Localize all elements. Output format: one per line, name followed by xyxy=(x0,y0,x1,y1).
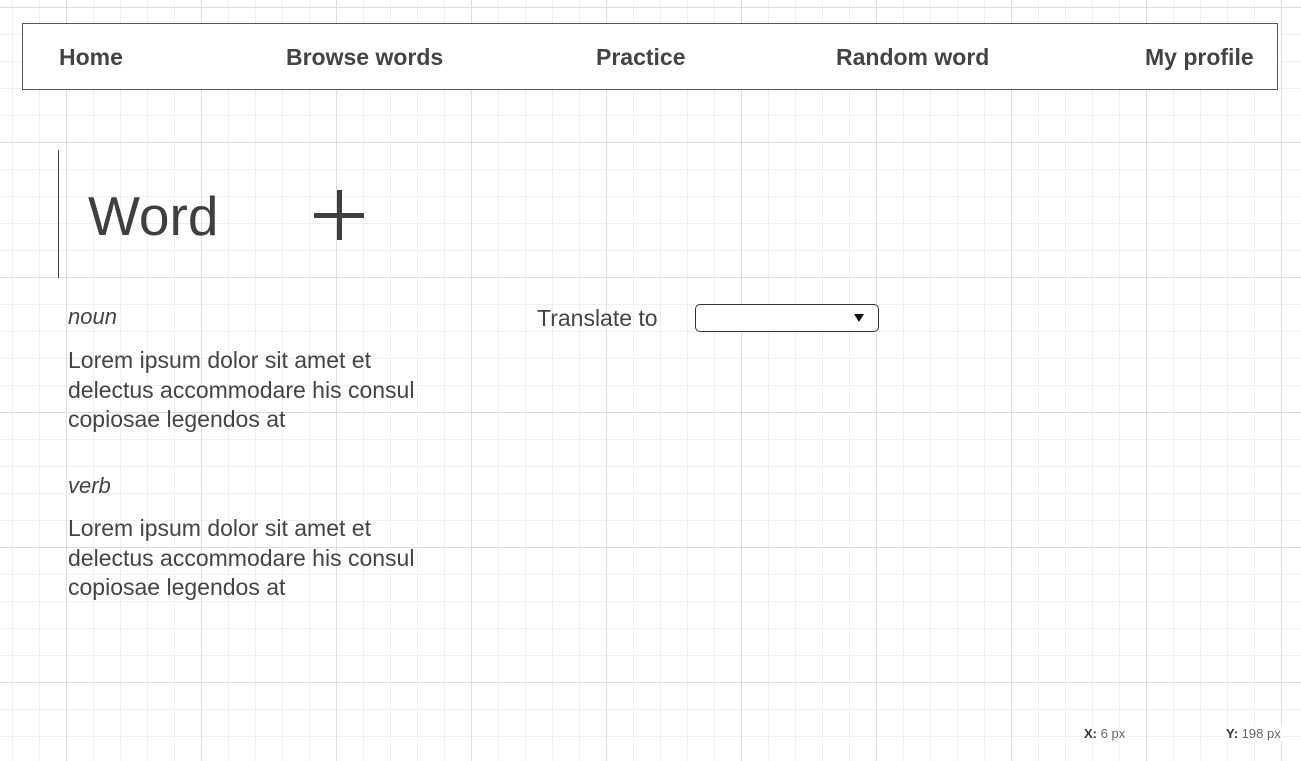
translate-language-select[interactable] xyxy=(695,304,879,332)
definition-verb: Lorem ipsum dolor sit amet et delectus a… xyxy=(68,515,415,600)
word-header: Word xyxy=(58,150,364,278)
x-coordinate-readout: X: 6 px xyxy=(1082,726,1128,741)
part-of-speech-verb: verb xyxy=(68,473,111,498)
part-of-speech-noun: noun xyxy=(68,304,117,329)
nav-browse-words[interactable]: Browse words xyxy=(286,44,443,70)
plus-icon[interactable] xyxy=(314,190,364,240)
y-coordinate-label: Y: xyxy=(1226,726,1239,741)
top-navigation-bar: Home Browse words Practice Random word M… xyxy=(22,23,1278,90)
y-coordinate-readout: Y: 198 px xyxy=(1224,726,1283,741)
x-coordinate-label: X: xyxy=(1084,726,1097,741)
nav-random-word[interactable]: Random word xyxy=(836,44,989,70)
y-coordinate-value: 198 px xyxy=(1241,726,1281,741)
caret-down-icon xyxy=(854,314,864,322)
translate-label: Translate to xyxy=(537,305,658,331)
nav-home[interactable]: Home xyxy=(59,44,123,70)
nav-practice[interactable]: Practice xyxy=(596,44,686,70)
status-bar: X: 6 px Y: 198 px xyxy=(0,722,1301,744)
definition-noun: Lorem ipsum dolor sit amet et delectus a… xyxy=(68,347,415,432)
x-coordinate-value: 6 px xyxy=(1100,726,1126,741)
nav-my-profile[interactable]: My profile xyxy=(1145,44,1254,70)
word-title: Word xyxy=(88,185,219,247)
